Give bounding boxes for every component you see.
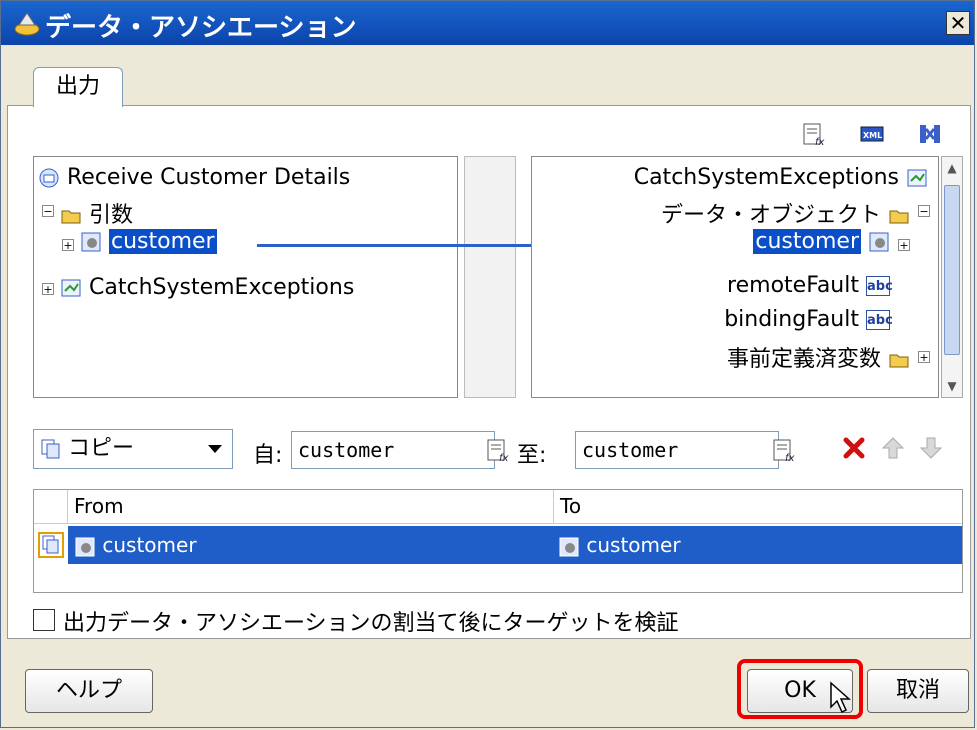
svg-text:fx: fx	[785, 453, 795, 463]
from-field[interactable]: customer	[291, 431, 495, 469]
string-type-icon: abc	[866, 276, 893, 296]
mouse-cursor-icon	[830, 681, 851, 714]
tab-output[interactable]: 出力	[33, 67, 123, 107]
tree-node-customer-target[interactable]: customer	[753, 229, 890, 254]
title-bar: データ・アソシエーション ✕	[1, 1, 974, 45]
help-button[interactable]: ヘルプ	[25, 669, 153, 713]
folder-icon	[61, 210, 81, 224]
validate-checkbox[interactable]	[33, 609, 55, 631]
scroll-down-arrow[interactable]: ▼	[942, 375, 962, 397]
target-tree[interactable]: CatchSystemExceptions データ・オブジェクト − custo…	[531, 156, 939, 398]
copy-icon	[41, 439, 60, 459]
tree-node-customer-source[interactable]: customer	[80, 229, 217, 254]
grid-header-from[interactable]: From	[68, 490, 554, 524]
folder-icon	[889, 354, 909, 368]
mapping-canvas	[464, 156, 516, 398]
variable-gear-icon	[869, 232, 889, 252]
tree-label-catch-target: CatchSystemExceptions	[633, 165, 899, 190]
operation-select[interactable]: コピー	[33, 429, 233, 469]
scroll-thumb[interactable]	[944, 185, 960, 355]
collapse-data-objects[interactable]: −	[918, 205, 930, 217]
expand-customer[interactable]: +	[62, 239, 74, 251]
tree-label-catch: CatchSystemExceptions	[89, 275, 355, 300]
from-label: 自:	[253, 443, 283, 468]
to-label: 至:	[517, 443, 547, 468]
tree-node-binding-fault[interactable]: bindingFault abc	[724, 307, 893, 332]
close-button[interactable]: ✕	[946, 11, 970, 35]
scroll-up-arrow[interactable]: ▲	[942, 157, 962, 179]
to-expression-icon[interactable]: fx	[771, 437, 797, 463]
tree-label-predefined: 事前定義済変数	[726, 347, 881, 372]
tree-node-catch-target[interactable]: CatchSystemExceptions	[634, 165, 928, 190]
mapper-icon[interactable]	[917, 121, 943, 147]
catch-icon	[61, 279, 81, 297]
tree-node-catch[interactable]: CatchSystemExceptions	[60, 275, 354, 300]
grid-to-value: customer	[586, 533, 681, 557]
from-expression-icon[interactable]: fx	[485, 437, 511, 463]
copy-rule-bar: コピー 自: customer fx 至: customer fx	[33, 429, 963, 473]
move-up-icon[interactable]	[881, 435, 905, 461]
collapse-args[interactable]: −	[42, 205, 54, 217]
expand-catch[interactable]: +	[42, 283, 54, 295]
grid-header-spacer	[34, 490, 68, 524]
catch-icon	[907, 169, 927, 187]
expand-customer-target[interactable]: +	[898, 239, 910, 251]
variable-gear-icon	[559, 537, 579, 556]
tree-node-data-objects[interactable]: データ・オブジェクト	[661, 197, 910, 229]
tree-node-receive[interactable]: Receive Customer Details	[38, 165, 350, 190]
chevron-down-icon	[208, 445, 222, 453]
grid-cell-to[interactable]: customer	[558, 526, 681, 564]
variable-gear-icon	[81, 232, 101, 252]
expression-builder-icon[interactable]: fx	[801, 121, 827, 147]
operation-label: コピー	[68, 436, 135, 461]
grid-header-to[interactable]: To	[554, 490, 962, 524]
xml-icon[interactable]: XML	[859, 121, 885, 147]
string-type-icon: abc	[866, 310, 893, 330]
move-down-icon[interactable]	[919, 435, 943, 461]
tree-label-binding-fault: bindingFault	[724, 307, 859, 332]
data-association-dialog: データ・アソシエーション ✕ 出力 fx XML Receive Custome…	[0, 0, 975, 728]
grid-from-value: customer	[102, 533, 197, 557]
grid-cell-from[interactable]: customer	[74, 526, 197, 564]
source-tree[interactable]: Receive Customer Details − 引数 + customer…	[33, 156, 458, 398]
tree-label-remote-fault: remoteFault	[727, 273, 859, 298]
svg-text:fx: fx	[815, 137, 825, 147]
tree-label-customer-source: customer	[109, 229, 217, 254]
copy-rule-icon	[38, 532, 64, 558]
validate-checkbox-label: 出力データ・アソシエーションの割当て後にターゲットを検証	[63, 611, 679, 636]
tree-node-remote-fault[interactable]: remoteFault abc	[727, 273, 893, 298]
app-icon	[14, 12, 40, 36]
delete-icon[interactable]	[841, 435, 867, 461]
tree-label-data-objects: データ・オブジェクト	[660, 203, 881, 228]
rules-grid[interactable]: From To customer customer	[33, 489, 963, 593]
expand-predefined[interactable]: +	[918, 351, 930, 363]
tree-label-customer-target: customer	[753, 229, 861, 254]
to-field[interactable]: customer	[575, 431, 779, 469]
folder-icon	[889, 210, 909, 224]
tree-label-receive: Receive Customer Details	[67, 165, 351, 190]
tree-node-args[interactable]: 引数	[60, 197, 133, 229]
tree-node-predefined[interactable]: 事前定義済変数	[727, 341, 910, 373]
svg-text:fx: fx	[499, 453, 509, 463]
receive-icon	[39, 168, 59, 188]
window-title: データ・アソシエーション	[45, 13, 357, 43]
target-tree-scrollbar[interactable]: ▲ ▼	[941, 156, 963, 398]
variable-gear-icon	[75, 537, 95, 556]
svg-text:XML: XML	[863, 131, 882, 140]
tree-label-args: 引数	[89, 203, 134, 228]
table-row[interactable]	[68, 526, 962, 564]
cancel-button[interactable]: 取消	[867, 669, 969, 713]
